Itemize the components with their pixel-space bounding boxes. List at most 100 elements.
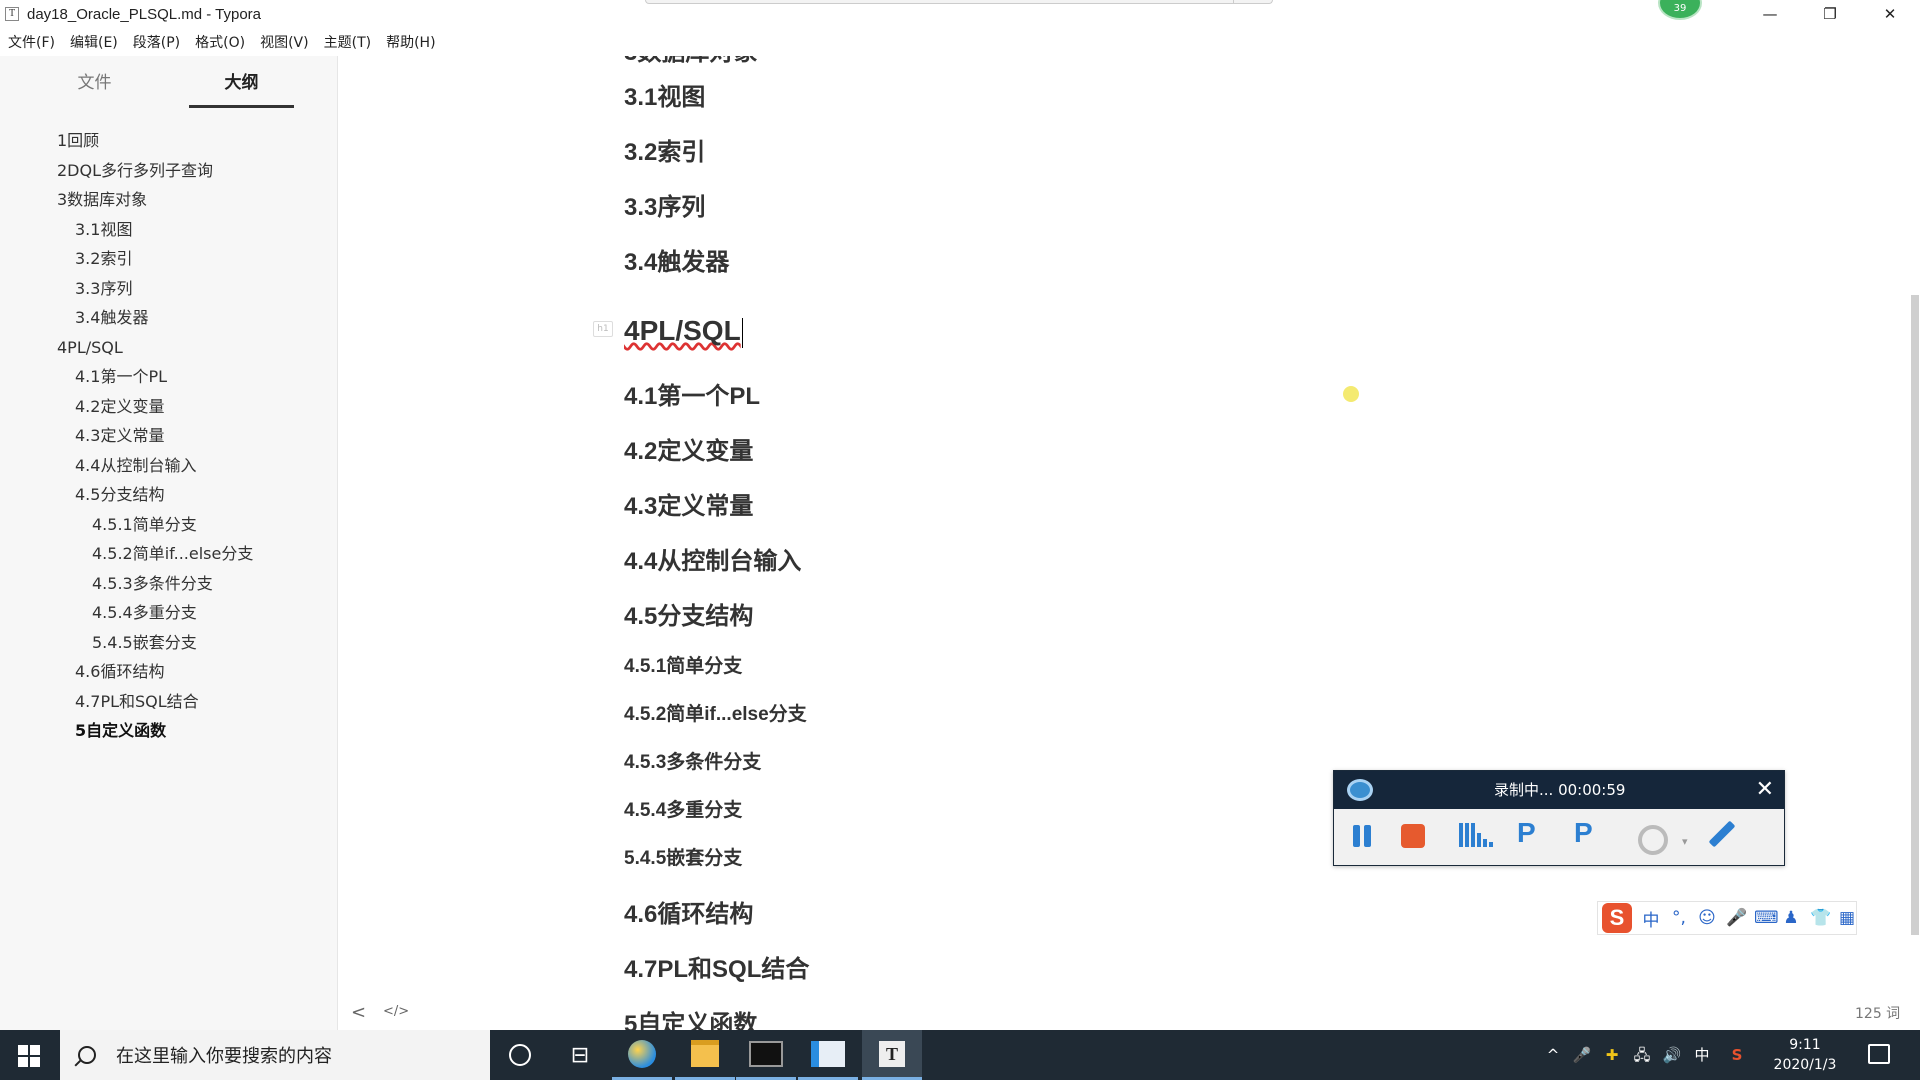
outline-item[interactable]: 3.4触发器 (0, 303, 338, 333)
outline-item[interactable]: 4.5.1简单分支 (0, 510, 338, 540)
terminal-app-icon[interactable] (736, 1030, 796, 1080)
task-view-icon[interactable]: ⊟ (550, 1030, 610, 1080)
browser-app-icon[interactable] (612, 1030, 672, 1080)
pause-button[interactable] (1347, 821, 1377, 851)
pen-icon[interactable] (1706, 821, 1736, 851)
ime-keyboard-icon[interactable]: ⌨ (1754, 908, 1779, 928)
ime-toolbox-icon[interactable]: ▦ (1838, 908, 1856, 928)
tray-network-icon[interactable]: 🖧 (1630, 1030, 1654, 1080)
tab-outline[interactable]: 大纲 (189, 68, 294, 108)
editor-heading[interactable]: 4.5分支结构 (624, 596, 753, 631)
outline-item[interactable]: 3.2索引 (0, 244, 338, 274)
tray-mic-icon[interactable]: 🎤 (1570, 1030, 1594, 1080)
notification-center-icon[interactable] (1868, 1044, 1890, 1064)
menu-edit[interactable]: 编辑(E) (70, 32, 118, 52)
file-explorer-icon[interactable] (675, 1030, 735, 1080)
outline-item[interactable]: 4.5.3多条件分支 (0, 569, 338, 599)
recorder-close-button[interactable]: ✕ (1756, 771, 1774, 809)
menu-help[interactable]: 帮助(H) (386, 32, 435, 52)
editor-heading[interactable]: 5.4.5嵌套分支 (624, 843, 742, 870)
editor-heading[interactable]: 3.3序列 (624, 187, 705, 222)
stop-button[interactable] (1398, 821, 1428, 851)
outline-item[interactable]: 3.3序列 (0, 274, 338, 304)
ime-emoji-icon[interactable]: ☺ (1698, 908, 1716, 928)
editor-heading[interactable]: 4.7PL和SQL结合 (624, 949, 809, 984)
heading-text: 3数据库对象 (624, 56, 757, 66)
source-mode-button[interactable]: </> (383, 1004, 409, 1019)
editor-heading[interactable]: 4.5.1简单分支 (624, 651, 742, 678)
outline-item[interactable]: 4.7PL和SQL结合 (0, 687, 338, 717)
windows-start-icon[interactable] (18, 1045, 40, 1067)
ime-chinese-mode-icon[interactable]: 中 (1642, 906, 1660, 931)
tray-sogou-icon[interactable]: S (1725, 1030, 1749, 1080)
typora-taskbar-icon[interactable]: T (862, 1030, 922, 1080)
outline-item[interactable]: 4.3定义常量 (0, 421, 338, 451)
editor-heading[interactable]: 3.1视图 (624, 77, 705, 112)
word-count[interactable]: 125 词 (1855, 1003, 1900, 1023)
outline-item[interactable]: 3.1视图 (0, 215, 338, 245)
recording-status: 录制中... 00:00:59 (1494, 781, 1626, 799)
webcam-dropdown-icon[interactable]: ▾ (1682, 835, 1688, 848)
menu-format[interactable]: 格式(O) (195, 32, 245, 52)
outline-item[interactable]: 1回顾 (0, 126, 338, 156)
tray-input-language[interactable]: 中 (1690, 1030, 1714, 1080)
editor-heading[interactable]: 4.5.3多条件分支 (624, 747, 761, 774)
ime-voice-icon[interactable]: 🎤 (1726, 908, 1747, 928)
editor-heading[interactable]: 3数据库对象 (624, 56, 757, 67)
outline-item[interactable]: 4.1第一个PL (0, 362, 338, 392)
screen-recorder-widget: 录制中... 00:00:59 ✕ P P ▾ (1333, 770, 1785, 866)
ime-skin-icon[interactable]: 👕 (1810, 908, 1831, 928)
outline-item[interactable]: 4.6循环结构 (0, 657, 338, 687)
editor-heading[interactable]: 4.2定义变量 (624, 431, 753, 466)
editor-heading[interactable]: 3.2索引 (624, 132, 705, 167)
menu-theme[interactable]: 主题(T) (324, 32, 371, 52)
webcam-icon[interactable] (1634, 821, 1668, 855)
editor-heading[interactable]: 3.4触发器 (624, 242, 729, 277)
menu-file[interactable]: 文件(F) (8, 32, 55, 52)
tray-clock[interactable]: 9:11 2020/1/3 (1760, 1035, 1850, 1075)
outline-item[interactable]: 2DQL多行多列子查询 (0, 156, 338, 186)
sogou-logo-icon[interactable]: S (1602, 903, 1632, 933)
ime-punctuation-icon[interactable]: °, (1670, 908, 1688, 928)
editor-heading[interactable]: 4.4从控制台输入 (624, 541, 801, 576)
sidebar-toggle-button[interactable]: < (351, 1002, 366, 1023)
outline-item[interactable]: 3数据库对象 (0, 185, 338, 215)
editor-heading[interactable]: 4.6循环结构 (624, 894, 753, 929)
heading-text: 4.5.4多重分支 (624, 800, 743, 821)
editor-area[interactable]: h1 3数据库对象 3.1视图 3.2索引 3.3序列 3.4触发器 4PL/SQL 4.1… (339, 56, 1909, 1030)
tray-security-icon[interactable]: ✚ (1600, 1030, 1624, 1080)
editor-scrollbar[interactable] (1911, 295, 1919, 935)
recorder-header[interactable]: 录制中... 00:00:59 ✕ (1334, 771, 1784, 809)
editor-heading[interactable]: 4.1第一个PL (624, 376, 760, 411)
editor-heading[interactable]: 4.5.2简单if...else分支 (624, 699, 807, 726)
tray-overflow-icon[interactable]: ^ (1542, 1030, 1564, 1080)
taskbar-search-box[interactable]: 在这里输入你要搜索的内容 (60, 1030, 490, 1080)
cortana-icon[interactable] (490, 1030, 550, 1080)
annotate-alt-icon[interactable]: P (1574, 817, 1593, 849)
outline-item[interactable]: 4PL/SQL (0, 333, 338, 363)
annotate-icon[interactable]: P (1517, 817, 1536, 849)
clock-date: 2020/1/3 (1773, 1057, 1837, 1073)
outline-item[interactable]: 5.4.5嵌套分支 (0, 628, 338, 658)
outline-item[interactable]: 5自定义函数 (0, 716, 338, 746)
media-app-icon[interactable] (798, 1030, 858, 1080)
close-button[interactable]: ✕ (1860, 0, 1920, 28)
restore-button[interactable]: ❐ (1800, 0, 1860, 28)
editor-heading[interactable]: 4PL/SQL (624, 315, 743, 348)
outline-item[interactable]: 4.5.4多重分支 (0, 598, 338, 628)
ime-user-icon[interactable]: ♟ (1782, 908, 1800, 928)
menu-view[interactable]: 视图(V) (260, 32, 309, 52)
outline-item[interactable]: 4.5分支结构 (0, 480, 338, 510)
outline-item[interactable]: 4.4从控制台输入 (0, 451, 338, 481)
tab-files[interactable]: 文件 (42, 68, 147, 108)
editor-heading[interactable]: 4.5.4多重分支 (624, 795, 742, 822)
minimize-button[interactable]: — (1740, 0, 1800, 28)
menu-paragraph[interactable]: 段落(P) (133, 32, 180, 52)
tray-volume-icon[interactable]: 🔊 (1660, 1030, 1684, 1080)
editor-heading[interactable]: 4.3定义常量 (624, 486, 753, 521)
outline-item[interactable]: 4.2定义变量 (0, 392, 338, 422)
audio-level-icon[interactable] (1459, 821, 1493, 851)
editor-heading[interactable]: 5自定义函数 (624, 1004, 757, 1030)
heading-text: 5.4.5嵌套分支 (624, 848, 743, 869)
outline-item[interactable]: 4.5.2简单if...else分支 (0, 539, 338, 569)
